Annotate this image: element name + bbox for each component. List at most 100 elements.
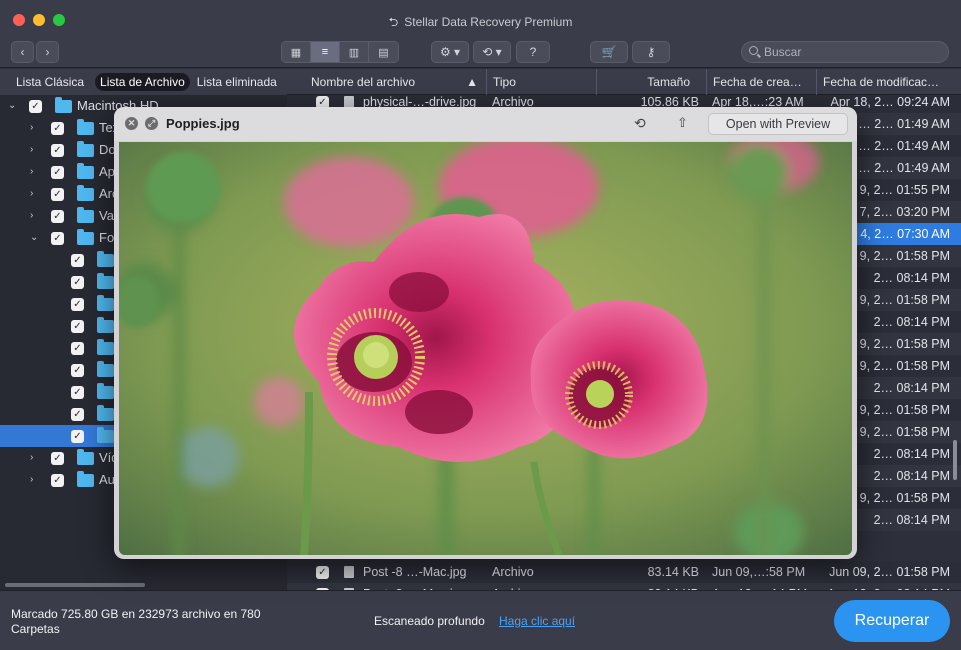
column-header-created[interactable]: Fecha de crea… (707, 69, 817, 95)
disclosure-chevron-icon[interactable]: ⌄ (8, 95, 18, 117)
checkbox[interactable]: ✓ (71, 320, 84, 333)
disclosure-chevron-icon[interactable]: › (30, 161, 40, 183)
cell-type: Archivo (492, 565, 534, 579)
folder-icon (77, 207, 94, 223)
disclosure-chevron-icon[interactable]: ⌄ (30, 227, 40, 249)
back-button[interactable]: ‹ (11, 41, 34, 63)
cell-name: Post -8 …-Mac.jpg (363, 565, 467, 579)
checkbox[interactable]: ✓ (29, 100, 42, 113)
share-icon[interactable]: ⇧ (677, 115, 691, 131)
checkbox[interactable]: ✓ (71, 364, 84, 377)
chevron-left-icon: ‹ (20, 45, 25, 59)
cell-created: Jun 09,…:58 PM (712, 565, 806, 579)
history-button[interactable]: ⟲ ▾ (473, 41, 511, 63)
tab-classic-list[interactable]: Lista Clásica (11, 73, 89, 91)
checkbox[interactable]: ✓ (51, 452, 64, 465)
column-header-size[interactable]: Tamaño (597, 69, 707, 95)
checkbox[interactable]: ✓ (51, 474, 64, 487)
poppies-photo (119, 142, 852, 555)
folder-icon (97, 361, 114, 377)
search-input[interactable]: Buscar (741, 41, 949, 63)
checkbox[interactable]: ✓ (51, 188, 64, 201)
disclosure-chevron-icon[interactable]: › (30, 183, 40, 205)
open-with-preview-button[interactable]: Open with Preview (708, 113, 848, 135)
checkbox[interactable]: ✓ (71, 386, 84, 399)
checkbox[interactable]: ✓ (51, 144, 64, 157)
vertical-scrollbar[interactable] (953, 440, 957, 480)
quicklook-toolbar: ✕ ⤢ Poppies.jpg ⟲ ⇧ Open with Preview (114, 107, 857, 141)
file-table-header: Nombre del archivo ▲ Tipo Tamaño Fecha de… (287, 69, 961, 95)
file-icon (344, 566, 354, 578)
forward-button[interactable]: › (36, 41, 59, 63)
folder-icon (77, 229, 94, 245)
checkbox[interactable]: ✓ (71, 342, 84, 355)
folder-icon (55, 97, 72, 113)
folder-icon (97, 251, 114, 267)
folder-icon (97, 295, 114, 311)
column-header-name[interactable]: Nombre del archivo ▲ (287, 69, 487, 95)
checkbox[interactable]: ✓ (51, 232, 64, 245)
folder-icon (77, 449, 94, 465)
table-row[interactable]: ✓ Post -8 …-Mac.jpg Archivo 83.14 KB Jun 09,… (287, 561, 961, 583)
checkbox[interactable]: ✓ (71, 430, 84, 443)
folder-icon (77, 141, 94, 157)
key-icon: ⚷ (646, 45, 656, 59)
cart-button[interactable]: 🛒 (590, 41, 628, 63)
disclosure-chevron-icon[interactable]: › (30, 117, 40, 139)
disclosure-chevron-icon[interactable]: › (30, 139, 40, 161)
help-button[interactable]: ? (516, 41, 550, 63)
quicklook-preview: ✕ ⤢ Poppies.jpg ⟲ ⇧ Open with Preview (114, 107, 857, 559)
grid-view-icon[interactable]: ▦ (282, 42, 311, 62)
tab-file-list[interactable]: Lista de Archivo (95, 73, 190, 91)
cell-type: Archivo (492, 583, 592, 590)
cart-icon: 🛒 (601, 45, 617, 59)
checkbox[interactable]: ✓ (51, 122, 64, 135)
cell-modified: Aug 12, 2… 08:14 PM (822, 583, 950, 590)
app-window: ⮌ Stellar Data Recovery Premium ‹ › ▦ ≡ ▥… (0, 0, 961, 650)
folder-icon (77, 185, 94, 201)
folder-icon (77, 119, 94, 135)
preview-filename: Poppies.jpg (166, 116, 240, 131)
list-view-icon[interactable]: ≡ (311, 42, 340, 62)
column-view-icon[interactable]: ▥ (340, 42, 369, 62)
checkbox[interactable]: ✓ (51, 166, 64, 179)
deep-scan-link[interactable]: Haga clic aquí (499, 614, 575, 628)
history-icon: ⟲ ▾ (482, 45, 502, 59)
cover-flow-view-icon[interactable]: ▤ (369, 42, 398, 62)
return-arrow-icon: ⮌ (388, 15, 399, 29)
checkbox[interactable]: ✓ (71, 276, 84, 289)
folder-icon (97, 317, 114, 333)
question-icon: ? (529, 45, 537, 59)
markup-icon[interactable]: ⟲ (634, 115, 646, 132)
folder-icon (97, 273, 114, 289)
cell-created: Aug 12,…:14 PM (712, 583, 812, 590)
title-bar: ⮌ Stellar Data Recovery Premium ‹ › ▦ ≡ ▥… (0, 0, 961, 68)
checkbox[interactable]: ✓ (71, 408, 84, 421)
tab-deleted-list[interactable]: Lista eliminada (192, 73, 282, 91)
folder-icon (97, 383, 114, 399)
folder-icon (97, 405, 114, 421)
deep-scan-label: Escaneado profundo (374, 614, 485, 628)
column-header-modified[interactable]: Fecha de modificac… (817, 69, 961, 95)
settings-button[interactable]: ⚙ ▾ (431, 41, 469, 63)
disclosure-chevron-icon[interactable]: › (30, 205, 40, 227)
sort-ascending-icon: ▲ (466, 75, 478, 89)
table-row[interactable]: ✓Post -8 …-Mac.jpgArchivo83.14 KBAug 12,… (287, 583, 961, 590)
cell-size: 83.14 KB (607, 583, 699, 590)
column-header-type[interactable]: Tipo (487, 69, 597, 95)
gear-icon: ⚙ ▾ (439, 45, 461, 59)
checkbox[interactable]: ✓ (71, 254, 84, 267)
recover-button[interactable]: Recuperar (834, 600, 950, 642)
activate-key-button[interactable]: ⚷ (632, 41, 670, 63)
checkbox[interactable]: ✓ (316, 566, 329, 579)
checkbox[interactable]: ✓ (51, 210, 64, 223)
marked-summary: Marcado 725.80 GB en 232973 archivo en 7… (11, 607, 261, 636)
checkbox[interactable]: ✓ (71, 298, 84, 311)
disclosure-chevron-icon[interactable]: › (30, 469, 40, 491)
close-preview-icon[interactable]: ✕ (125, 117, 138, 130)
tree-item-label: Ap (99, 164, 115, 179)
disclosure-chevron-icon[interactable]: › (30, 447, 40, 469)
fullscreen-preview-icon[interactable]: ⤢ (145, 117, 158, 130)
folder-icon (97, 427, 114, 443)
horizontal-scrollbar[interactable] (5, 583, 145, 587)
